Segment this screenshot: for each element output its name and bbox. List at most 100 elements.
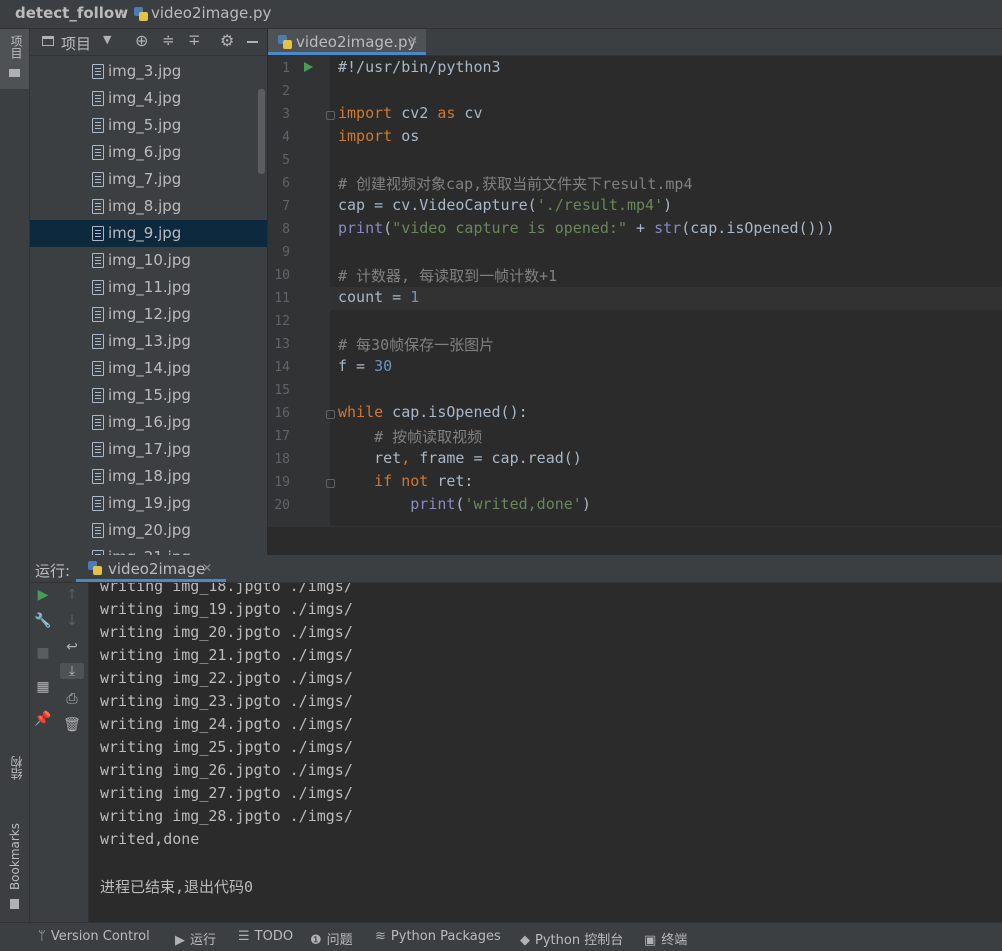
code-line: ret, frame = cap.read() — [338, 449, 582, 467]
line-number: 17 — [274, 429, 290, 444]
tree-file-item[interactable]: img_15.jpg — [30, 382, 267, 409]
code-line: f = 30 — [338, 357, 393, 375]
bottom-tab-python[interactable]: ◆ Python 控制台 — [520, 929, 623, 948]
code-line: print('writed,done') — [410, 495, 591, 513]
list-icon: ☰ — [238, 929, 250, 944]
tab-video2image[interactable]: video2image.py ✕ — [268, 29, 426, 55]
tree-file-item[interactable]: img_18.jpg — [30, 463, 267, 490]
python-file-icon — [278, 35, 292, 49]
rerun-icon[interactable]: ▶ — [33, 587, 53, 603]
trash-icon[interactable]: 🗑 — [62, 717, 82, 733]
fold-marker-icon[interactable] — [326, 479, 335, 488]
bottom-tab-layers[interactable]: ≋ Python Packages — [375, 929, 501, 944]
tree-file-name: img_18.jpg — [108, 467, 191, 485]
tree-file-item[interactable]: img_4.jpg — [30, 85, 267, 112]
code-line: if not ret: — [374, 472, 474, 490]
code-line: while cap.isOpened(): — [338, 403, 528, 421]
soft-wrap-icon[interactable]: ↩ — [62, 639, 82, 655]
code-line: # 计数器, 每读取到一帧计数+1 — [338, 267, 558, 285]
console-line: writing img_20.jpgto ./imgs/ — [100, 623, 353, 641]
terminal-icon: ▣ — [644, 933, 657, 948]
console-line: 进程已结束,退出代码0 — [100, 878, 254, 896]
layout-icon[interactable]: ▦ — [33, 679, 53, 695]
tree-file-name: img_6.jpg — [108, 143, 182, 161]
run-tab-label: video2image — [108, 560, 206, 578]
tree-file-name: img_9.jpg — [108, 224, 182, 242]
file-icon — [92, 307, 104, 322]
bottom-tab-terminal[interactable]: ▣ 终端 — [644, 929, 687, 948]
run-panel-header: 运行: video2image ✕ — [30, 555, 1002, 583]
wrench-icon[interactable]: 🔧 — [33, 613, 53, 629]
project-tool-button[interactable]: 项目 — [0, 29, 29, 89]
project-scrollbar[interactable] — [258, 89, 265, 174]
tree-file-name: img_10.jpg — [108, 251, 191, 269]
print-icon[interactable]: ⎙ — [62, 691, 82, 707]
tree-file-item[interactable]: img_19.jpg — [30, 490, 267, 517]
bottom-tab-run[interactable]: ▶ 运行 — [175, 929, 216, 948]
line-number: 2 — [282, 84, 290, 99]
tree-file-item[interactable]: img_9.jpg — [30, 220, 267, 247]
file-icon — [92, 496, 104, 511]
left-tool-strip: 项目 结构 Bookmarks — [0, 29, 30, 922]
file-icon — [92, 361, 104, 376]
project-panel: 项目 ▼ ⊕ ≑ ∓ ⚙ img_3.jpg img_4.jpg img_5.jpg… — [30, 29, 267, 555]
tree-file-item[interactable]: img_13.jpg — [30, 328, 267, 355]
tree-file-item[interactable]: img_3.jpg — [30, 58, 267, 85]
tree-file-name: img_16.jpg — [108, 413, 191, 431]
run-panel-title: 运行: — [35, 562, 71, 580]
tree-file-item[interactable]: img_5.jpg — [30, 112, 267, 139]
tree-file-item[interactable]: img_8.jpg — [30, 193, 267, 220]
breadcrumb-file[interactable]: video2image.py — [151, 4, 271, 22]
bottom-tab-label: 运行 — [190, 933, 217, 948]
code-line: # 每30帧保存一张图片 — [338, 336, 495, 354]
structure-tool-button[interactable]: 结构 — [0, 754, 29, 809]
line-number: 11 — [274, 291, 290, 306]
project-tool-label: 项目 — [9, 35, 23, 59]
run-gutter-icon[interactable] — [304, 62, 313, 72]
line-number: 1 — [282, 61, 290, 76]
bottom-tab-list[interactable]: ☰ TODO — [238, 929, 293, 944]
stop-icon[interactable]: ■ — [33, 645, 53, 661]
scroll-to-end-icon[interactable]: ⤓ — [60, 663, 84, 679]
tab-label: video2image.py — [296, 33, 417, 51]
tree-file-item[interactable]: img_11.jpg — [30, 274, 267, 301]
tree-file-item[interactable]: img_17.jpg — [30, 436, 267, 463]
code-editor[interactable]: 1 2 3 4 5 6 7 8 9 10 11 12 13 14 15 16 17 18 19 20 #!/usr/b… — [268, 56, 1002, 526]
collapse-all-icon[interactable]: ∓ — [188, 31, 201, 49]
fold-marker-icon[interactable] — [326, 111, 335, 120]
tree-file-item[interactable]: img_14.jpg — [30, 355, 267, 382]
pin-icon[interactable]: 📌 — [33, 711, 53, 727]
gear-icon[interactable]: ⚙ — [220, 31, 234, 50]
close-icon[interactable]: ✕ — [202, 561, 212, 575]
tree-file-item[interactable]: img_16.jpg — [30, 409, 267, 436]
tree-file-item[interactable]: img_21.jpg — [30, 544, 267, 555]
tree-file-name: img_14.jpg — [108, 359, 191, 377]
fold-marker-icon[interactable] — [326, 410, 335, 419]
bookmarks-tool-button[interactable]: Bookmarks — [0, 819, 29, 919]
bottom-tab-branch[interactable]: ᛘ Version Control — [38, 929, 150, 944]
minimize-icon[interactable] — [247, 41, 258, 43]
tree-file-name: img_11.jpg — [108, 278, 191, 296]
console-line: writing img_24.jpgto ./imgs/ — [100, 715, 353, 733]
bottom-tab-info[interactable]: ❶ 问题 — [310, 929, 353, 948]
run-console[interactable]: writing img_18.jpgto ./imgs/writing img_… — [89, 583, 1002, 922]
tree-file-name: img_3.jpg — [108, 62, 182, 80]
tree-file-item[interactable]: img_12.jpg — [30, 301, 267, 328]
bottom-tab-label: TODO — [254, 929, 294, 944]
breadcrumb-project[interactable]: detect_follow — [15, 4, 128, 22]
tree-file-item[interactable]: img_6.jpg — [30, 139, 267, 166]
line-number: 7 — [282, 199, 290, 214]
tree-file-item[interactable]: img_20.jpg — [30, 517, 267, 544]
project-panel-title[interactable]: 项目 — [61, 33, 91, 54]
tree-file-item[interactable]: img_7.jpg — [30, 166, 267, 193]
tree-file-item[interactable]: img_10.jpg — [30, 247, 267, 274]
file-icon — [92, 253, 104, 268]
arrow-down-icon[interactable]: ↓ — [62, 613, 82, 629]
expand-all-icon[interactable]: ≑ — [162, 31, 175, 49]
chevron-down-icon[interactable]: ▼ — [103, 33, 111, 46]
arrow-up-icon[interactable]: ↑ — [62, 587, 82, 603]
run-tab-video2image[interactable]: video2image ✕ — [76, 555, 226, 582]
close-icon[interactable]: ✕ — [408, 33, 418, 47]
line-number: 20 — [274, 498, 290, 513]
locate-icon[interactable]: ⊕ — [135, 31, 148, 50]
